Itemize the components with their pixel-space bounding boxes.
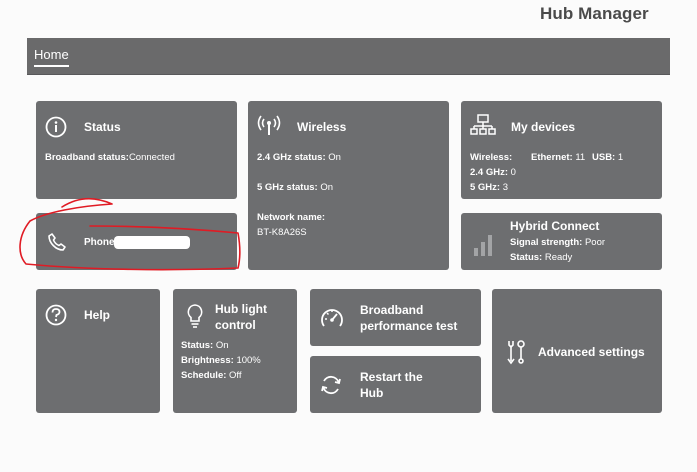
hybrid-signal: Signal strength: Poor — [510, 237, 605, 249]
devices-tile[interactable]: My devices Wireless: Ethernet: 11 USB: 1… — [461, 101, 662, 199]
devices-ethernet: Ethernet: 11 — [531, 152, 585, 164]
devices-5ghz: 5 GHz: 3 — [470, 182, 508, 194]
wireless-tile[interactable]: Wireless 2.4 GHz status: On 5 GHz status… — [248, 101, 449, 270]
wireless-24ghz-status: 2.4 GHz status: On — [257, 152, 341, 164]
broadband-status: Broadband status:Connected — [45, 152, 175, 164]
devices-wireless-label: Wireless: — [470, 152, 513, 163]
devices-5ghz-label: 5 GHz: — [470, 182, 501, 193]
status-title: Status — [84, 120, 121, 134]
app-title: Hub Manager — [540, 4, 649, 23]
wireless-5ghz-value: On — [320, 182, 334, 193]
antenna-icon — [257, 115, 281, 137]
devices-ethernet-value: 11 — [575, 152, 586, 163]
performance-title-1: Broadband — [360, 303, 424, 317]
hub-light-schedule-label: Schedule: — [181, 370, 227, 381]
broadband-status-value: Connected — [128, 152, 175, 163]
hub-light-title-1: Hub light — [215, 302, 267, 316]
top-navbar: Home — [27, 38, 670, 75]
performance-test-tile[interactable]: Broadband performance test — [310, 289, 481, 346]
hybrid-connect-tile[interactable]: Hybrid Connect Signal strength: Poor Sta… — [461, 213, 662, 270]
signal-bars-icon — [473, 230, 495, 258]
devices-title: My devices — [511, 120, 576, 134]
network-name-value: BT-K8A26S — [257, 227, 307, 238]
hybrid-status: Status: Ready — [510, 252, 572, 264]
devices-24ghz: 2.4 GHz: 0 — [470, 167, 516, 179]
restart-icon — [319, 373, 343, 397]
network-devices-icon — [470, 114, 496, 138]
restart-title-2: Hub — [360, 386, 384, 400]
restart-title-1: Restart the — [360, 370, 423, 384]
broadband-status-label: Broadband status: — [45, 152, 129, 163]
redaction-mark — [114, 236, 190, 249]
performance-title-2: performance test — [360, 319, 458, 333]
hub-light-status-value: On — [215, 340, 229, 351]
hub-light-title-2: control — [215, 318, 256, 332]
hybrid-title: Hybrid Connect — [510, 219, 600, 233]
hub-light-schedule-value: Off — [229, 370, 242, 381]
devices-usb-label: USB: — [592, 152, 616, 163]
wireless-5ghz-label: 5 GHz status: — [257, 182, 318, 193]
devices-24ghz-label: 2.4 GHz: — [470, 167, 509, 178]
hub-light-brightness: Brightness: 100% — [181, 355, 261, 367]
help-icon — [45, 304, 67, 326]
hub-light-status: Status: On — [181, 340, 229, 352]
devices-ethernet-label: Ethernet: — [531, 152, 573, 163]
help-tile[interactable]: Help — [36, 289, 160, 413]
wireless-24ghz-label: 2.4 GHz status: — [257, 152, 326, 163]
phone-icon — [47, 232, 67, 252]
devices-5ghz-value: 3 — [502, 182, 509, 193]
hub-light-tile[interactable]: Hub light control Status: On Brightness:… — [173, 289, 297, 413]
wireless-title: Wireless — [297, 120, 347, 134]
phone-label: Phone — [84, 237, 115, 248]
status-tile[interactable]: Status Broadband status:Connected — [36, 101, 237, 199]
tab-home[interactable]: Home — [34, 47, 69, 67]
speedometer-icon — [319, 306, 345, 330]
advanced-settings-tile[interactable]: Advanced settings — [492, 289, 662, 413]
devices-24ghz-value: 0 — [510, 167, 516, 178]
help-title: Help — [84, 308, 111, 322]
hub-light-brightness-label: Brightness: — [181, 355, 234, 366]
tools-icon — [505, 339, 527, 365]
hybrid-signal-label: Signal strength: — [510, 237, 583, 248]
restart-hub-tile[interactable]: Restart the Hub — [310, 356, 481, 413]
info-icon — [45, 116, 67, 138]
devices-usb-value: 1 — [617, 152, 624, 163]
hybrid-status-value: Ready — [544, 252, 573, 263]
hybrid-signal-value: Poor — [584, 237, 606, 248]
devices-usb: USB: 1 — [592, 152, 623, 164]
hub-light-schedule: Schedule: Off — [181, 370, 242, 382]
lightbulb-icon — [185, 303, 205, 329]
hub-light-status-label: Status: — [181, 340, 214, 351]
wireless-5ghz-status: 5 GHz status: On — [257, 182, 333, 194]
hybrid-status-label: Status: — [510, 252, 543, 263]
wireless-24ghz-value: On — [328, 152, 341, 163]
network-name-label: Network name: — [257, 212, 326, 223]
advanced-title: Advanced settings — [538, 345, 645, 359]
hub-light-brightness-value: 100% — [236, 355, 261, 366]
